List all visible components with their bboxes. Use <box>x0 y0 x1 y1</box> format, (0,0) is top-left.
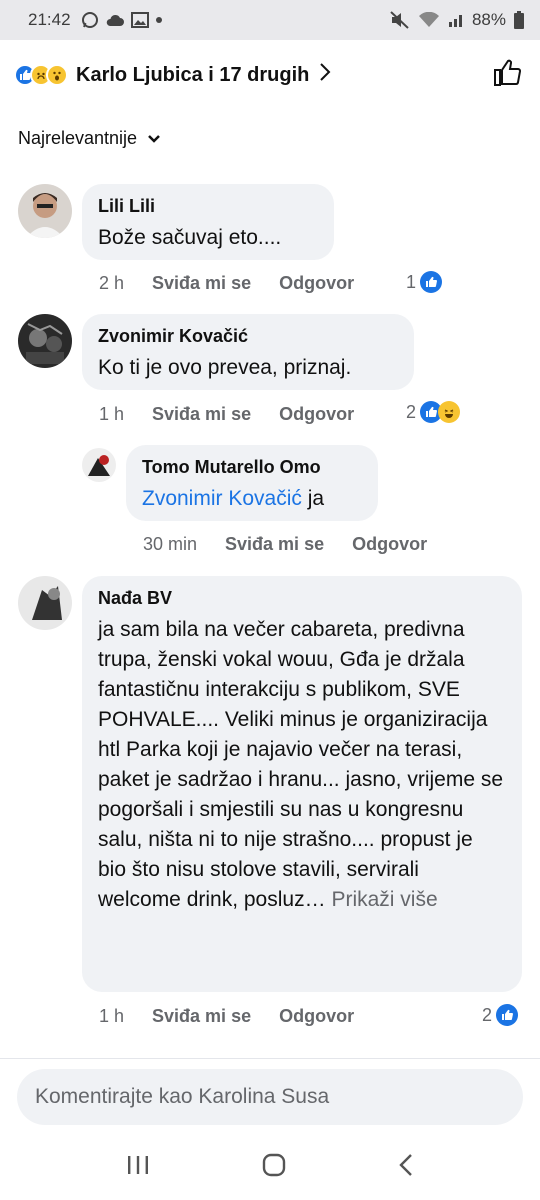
comment-author[interactable]: Lili Lili <box>98 196 318 217</box>
wow-reaction-icon <box>46 64 68 86</box>
avatar[interactable] <box>18 184 72 238</box>
cloud-icon <box>105 13 125 27</box>
reaction-count: 1 <box>406 271 417 292</box>
status-time: 21:42 <box>28 10 71 29</box>
comment-actions: 30 min Sviđa mi se Odgovor <box>143 534 455 555</box>
comment-bubble: Lili Lili Bože sačuvaj eto.... <box>82 184 334 260</box>
comment-time[interactable]: 2 h <box>99 273 124 294</box>
reply-button[interactable]: Odgovor <box>279 1006 354 1027</box>
avatar[interactable] <box>82 448 116 482</box>
battery-icon <box>514 11 524 29</box>
gallery-icon <box>130 12 149 28</box>
reply-bubble: Tomo Mutarello Omo Zvonimir Kovačić ja <box>126 445 378 521</box>
like-post-button[interactable] <box>492 58 522 93</box>
reactors-label: Karlo Ljubica i 17 drugih <box>76 63 310 86</box>
dot-icon <box>155 16 163 24</box>
comment-actions: 1 h Sviđa mi se Odgovor <box>99 1006 382 1027</box>
wifi-icon <box>418 12 440 28</box>
reply-button[interactable]: Odgovor <box>279 273 354 294</box>
comment-input[interactable]: Komentirajte kao Karolina Susa <box>17 1069 523 1125</box>
reactions-header: Karlo Ljubica i 17 drugih <box>0 40 540 110</box>
reply-button[interactable]: Odgovor <box>279 404 354 425</box>
home-icon[interactable] <box>261 1152 287 1183</box>
comment-author[interactable]: Nađa BV <box>98 588 506 609</box>
like-comment-button[interactable]: Sviđa mi se <box>152 1006 251 1027</box>
reply-button[interactable]: Odgovor <box>352 534 427 555</box>
comment-reactions[interactable]: 2 <box>406 401 461 423</box>
mute-icon <box>390 11 410 29</box>
sort-dropdown[interactable]: Najrelevantnije <box>18 128 161 149</box>
chevron-right-icon <box>319 62 331 88</box>
thumbs-up-icon <box>492 59 522 92</box>
back-icon[interactable] <box>398 1153 414 1182</box>
comment-actions: 2 h Sviđa mi se Odgovor <box>99 273 382 294</box>
chevron-down-icon <box>147 128 161 149</box>
reactors-link[interactable]: Karlo Ljubica i 17 drugih <box>76 62 331 88</box>
comment-actions: 1 h Sviđa mi se Odgovor <box>99 404 382 425</box>
comment-text: Ko ti je ovo prevea, priznaj. <box>98 356 352 379</box>
recent-apps-icon[interactable] <box>126 1154 150 1181</box>
show-more-link[interactable]: Prikaži više <box>331 888 437 911</box>
comment-reactions[interactable]: 2 <box>482 1004 519 1026</box>
comment-text: Bože sačuvaj eto.... <box>98 226 282 249</box>
reaction-summary[interactable] <box>14 64 68 86</box>
comment-text: ja <box>301 487 325 510</box>
comment-bubble: Zvonimir Kovačić Ko ti je ovo prevea, pr… <box>82 314 414 390</box>
like-comment-button[interactable]: Sviđa mi se <box>152 273 251 294</box>
avatar[interactable] <box>18 576 72 630</box>
sort-label: Najrelevantnije <box>18 128 138 148</box>
mention-link[interactable]: Zvonimir Kovačić <box>142 487 302 510</box>
like-reaction-icon <box>496 1004 519 1026</box>
status-bar: 21:42 88% <box>0 0 540 40</box>
comment-time[interactable]: 30 min <box>143 534 197 555</box>
comment-time[interactable]: 1 h <box>99 1006 124 1027</box>
comment-time[interactable]: 1 h <box>99 404 124 425</box>
like-comment-button[interactable]: Sviđa mi se <box>225 534 324 555</box>
battery-percent: 88% <box>471 10 506 29</box>
like-reaction-icon <box>420 271 443 293</box>
comment-author[interactable]: Tomo Mutarello Omo <box>142 457 362 478</box>
comment-bubble: Nađa BV ja sam bila na večer cabareta, p… <box>82 576 522 992</box>
comment-composer-bar: Komentirajte kao Karolina Susa <box>0 1058 540 1134</box>
signal-icon <box>448 12 464 28</box>
reaction-count: 2 <box>406 401 417 422</box>
comment-author[interactable]: Zvonimir Kovačić <box>98 326 398 347</box>
comment-reactions[interactable]: 1 <box>406 271 443 293</box>
like-comment-button[interactable]: Sviđa mi se <box>152 404 251 425</box>
whatsapp-icon <box>81 11 99 29</box>
system-nav-bar <box>0 1134 540 1200</box>
avatar[interactable] <box>18 314 72 368</box>
reaction-count: 2 <box>482 1004 493 1025</box>
haha-reaction-icon <box>438 401 461 423</box>
comment-text: ja sam bila na večer cabareta, predivna … <box>98 618 504 911</box>
